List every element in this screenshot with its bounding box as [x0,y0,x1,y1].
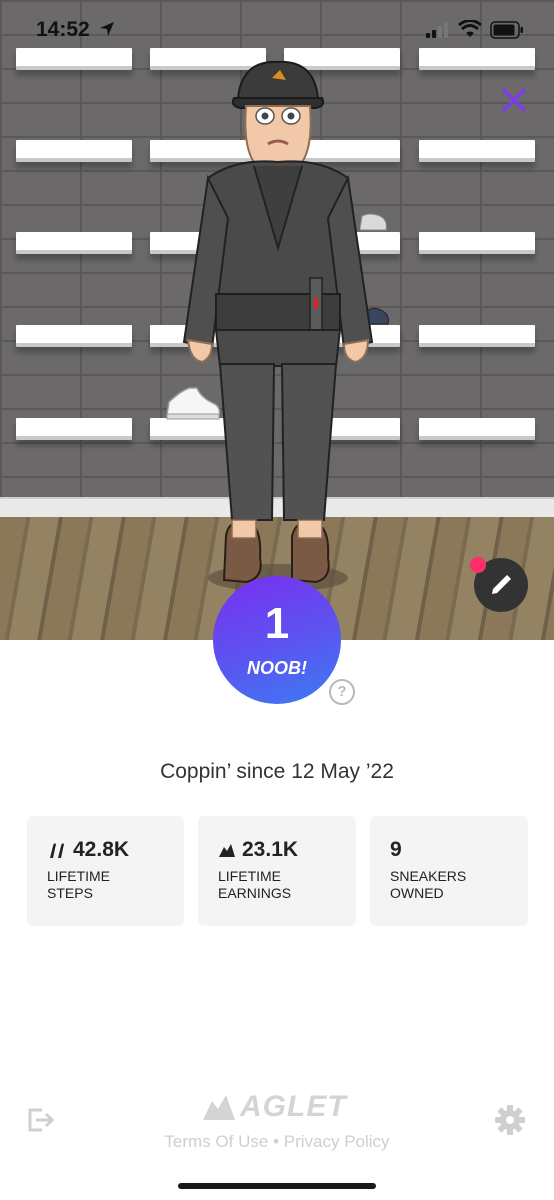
location-arrow-icon [100,22,114,36]
wifi-icon [458,20,482,37]
user-avatar [182,60,374,592]
home-indicator [178,1183,376,1189]
stat-value: 42.8K [73,838,130,861]
pencil-icon [492,574,512,594]
shelf [419,325,535,347]
stat-label: EARNINGS [218,885,292,901]
footer-links: Terms Of Use • Privacy Policy [0,1132,554,1152]
stat-label: OWNED [390,885,444,901]
battery-icon [490,21,523,39]
privacy-link[interactable]: Privacy Policy [284,1132,390,1151]
footsteps-icon [50,843,64,858]
stat-card-sneakers: 9 SNEAKERS OWNED [370,816,528,926]
shelf [419,418,535,440]
gear-icon[interactable] [494,1104,526,1136]
stat-card-earnings: 23.1K LIFETIME EARNINGS [198,816,356,926]
shelf [16,232,132,254]
shelf [16,418,132,440]
stat-value: 9 [390,838,402,861]
aglet-logo-icon [203,1095,235,1120]
stat-label: LIFETIME [47,868,111,884]
avatar-scene [0,0,554,640]
shelf [16,325,132,347]
notification-dot [470,557,486,573]
aglet-logo: AGLET [200,1090,352,1124]
stat-label: SNEAKERS [390,868,467,884]
level-name: NOOB! [247,658,307,678]
close-icon[interactable] [498,84,530,116]
status-time: 14:52 [36,18,90,41]
stat-value: 23.1K [242,838,299,861]
logo-text: AGLET [240,1090,347,1123]
terms-link[interactable]: Terms Of Use [164,1132,268,1151]
level-help-icon[interactable]: ? [329,679,355,705]
aglet-coin-icon [219,844,235,857]
stat-label: STEPS [47,885,93,901]
status-bar: 14:52 [0,0,554,60]
member-since: Coppin’ since 12 May ’22 [160,760,394,783]
stat-card-steps: 42.8K LIFETIME STEPS [27,816,184,926]
shelf [419,140,535,162]
link-separator: • [273,1132,280,1151]
cellular-signal-icon [426,22,448,38]
level-number: 1 [264,599,290,648]
stat-label: LIFETIME [218,868,282,884]
shelf [419,232,535,254]
shelf [16,140,132,162]
level-badge: 1 NOOB! [213,576,341,704]
